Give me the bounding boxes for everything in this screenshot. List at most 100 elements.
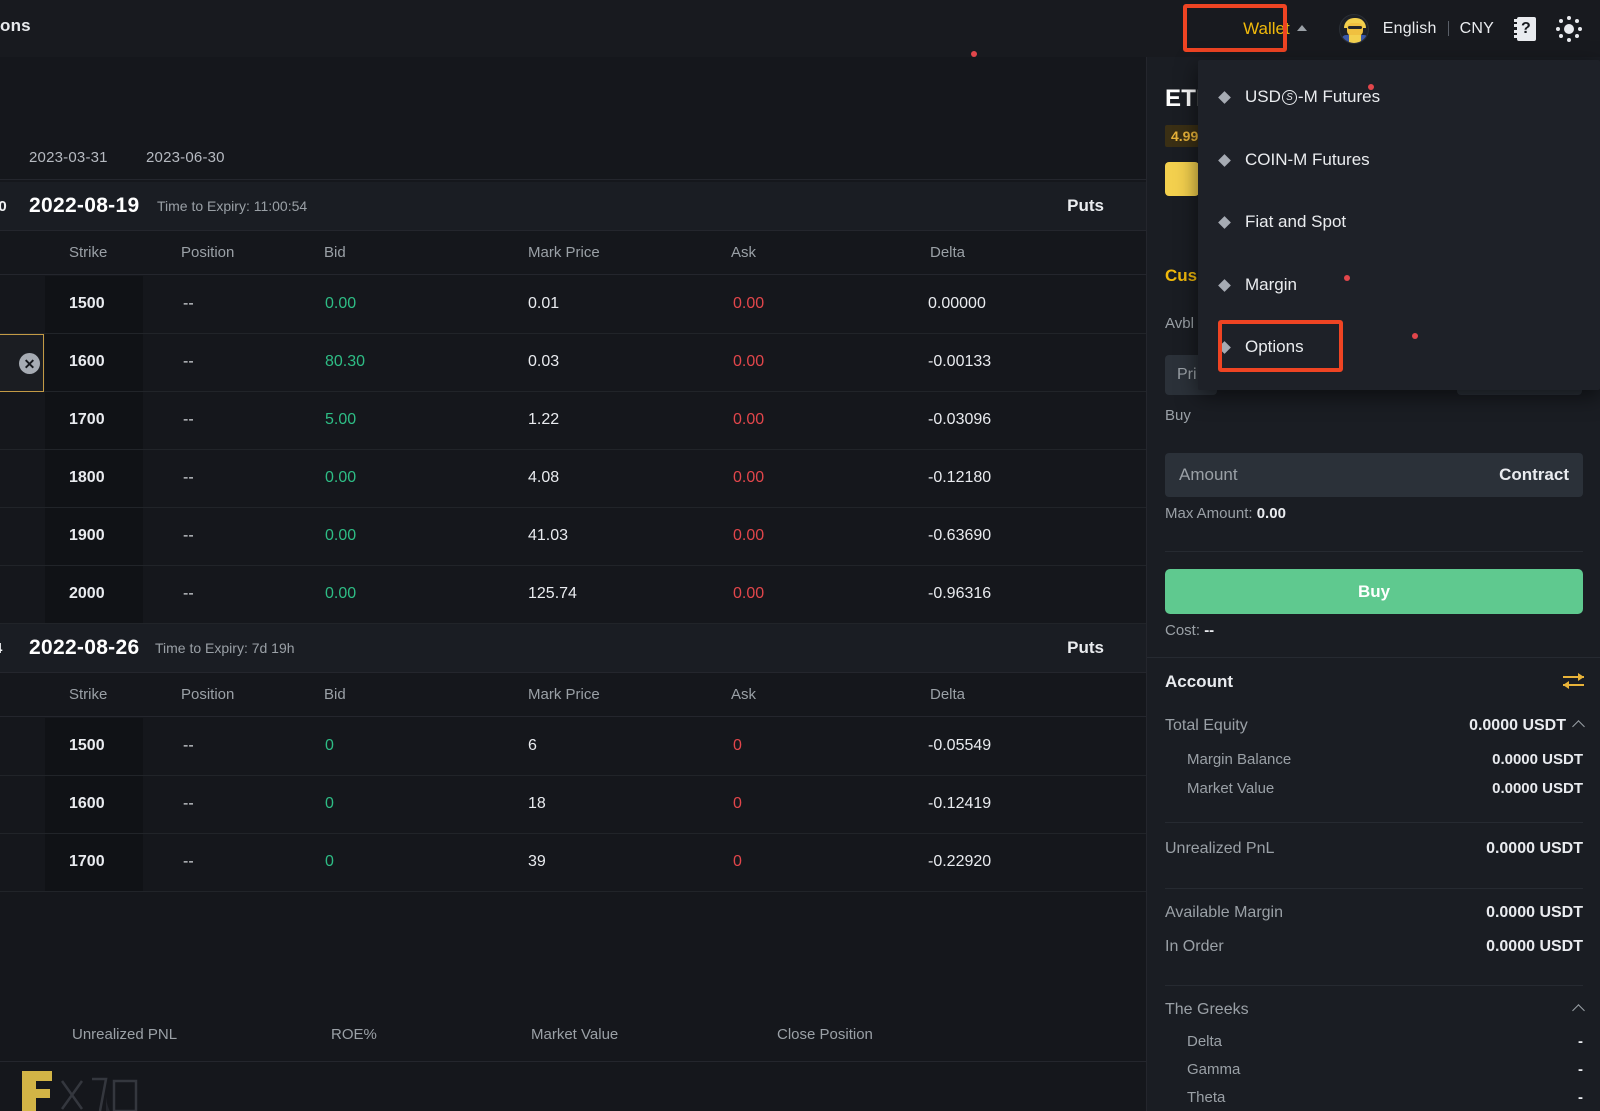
expiry-date-2[interactable]: 2022-08-26 [29, 636, 139, 660]
cell-bid[interactable]: 0.00 [325, 585, 356, 603]
cell-ask[interactable]: 0.00 [733, 527, 764, 545]
table-row[interactable]: 1700 -- 5.00 1.22 0.00 -0.03096 [0, 392, 1146, 450]
account-row-margin-balance: Margin Balance 0.0000 USDT [1165, 751, 1583, 768]
cell-strike: 1700 [69, 853, 105, 870]
row-value: 0.0000 USDT [1486, 904, 1583, 921]
col-strike-1: Strike [69, 244, 108, 261]
date-tab-1[interactable]: 2023-03-31 [29, 149, 108, 166]
language-selector[interactable]: English [1383, 20, 1437, 38]
row-label: Unrealized PnL [1165, 840, 1275, 857]
wallet-menu-item-margin[interactable]: Margin [1218, 275, 1297, 295]
table-row[interactable]: 1500 -- 0.00 0.01 0.00 0.00000 [0, 276, 1146, 334]
currency-selector[interactable]: CNY [1460, 20, 1494, 38]
cell-strike: 1600 [69, 795, 105, 812]
date-tab-2[interactable]: 2023-06-30 [146, 149, 225, 166]
nav-partial-label[interactable]: ons [0, 16, 31, 36]
cell-ask[interactable]: 0 [733, 737, 742, 755]
cell-bid[interactable]: 0.00 [325, 295, 356, 313]
greeks-title: The Greeks [1165, 1001, 1249, 1018]
table-row[interactable]: 1800 -- 0.00 4.08 0.00 -0.12180 [0, 450, 1146, 508]
table-row[interactable]: 1900 -- 0.00 41.03 0.00 -0.63690 [0, 508, 1146, 566]
col-close-position: Close Position [777, 1026, 873, 1043]
col-mark-1: Mark Price [528, 244, 600, 261]
row-label: In Order [1165, 938, 1224, 955]
table-row[interactable]: 1600 -- 0 18 0 -0.12419 [0, 776, 1146, 834]
col-bid-2: Bid [324, 686, 346, 703]
expiry-date-1[interactable]: 2022-08-19 [29, 194, 139, 218]
amount-input[interactable]: Amount Contract [1165, 453, 1583, 497]
cell-delta: -0.12419 [928, 795, 992, 812]
cell-position: -- [183, 795, 194, 812]
user-avatar-icon[interactable] [1338, 13, 1369, 44]
wallet-menu-label: COIN-M Futures [1245, 150, 1370, 169]
cell-bid[interactable]: 80.30 [325, 353, 365, 371]
table-row[interactable]: 2000 -- 0.00 125.74 0.00 -0.96316 [0, 566, 1146, 624]
wallet-menu-item-options[interactable]: Options [1218, 337, 1304, 357]
chevron-up-icon[interactable] [1572, 1004, 1585, 1017]
positions-table-header: Unrealized PNL ROE% Market Value Close P… [0, 1007, 1146, 1062]
buy-button[interactable]: Buy [1165, 569, 1583, 614]
row-label: Theta [1187, 1089, 1226, 1106]
cell-strike: 1500 [69, 737, 105, 754]
notification-dot [1344, 275, 1350, 281]
cell-delta: -0.12180 [928, 469, 992, 486]
expiry-date-tabs: 0 2023-03-31 2023-06-30 [0, 135, 1146, 180]
time-to-expiry-1: Time to Expiry: 11:00:54 [157, 198, 308, 214]
wallet-menu-button[interactable]: Wallet [1225, 10, 1323, 48]
cell-ask[interactable]: 0 [733, 795, 742, 813]
custom-label[interactable]: Cus [1165, 266, 1197, 286]
wallet-menu-item-coin-m-futures[interactable]: COIN-M Futures [1218, 150, 1370, 170]
cell-delta: -0.96316 [928, 585, 992, 602]
divider [1165, 888, 1583, 889]
row-value: - [1578, 1089, 1583, 1106]
cell-strike: 2000 [69, 585, 105, 602]
col-bid-1: Bid [324, 244, 346, 261]
cell-mark-price: 4.08 [528, 469, 560, 486]
cell-ask[interactable]: 0.00 [733, 469, 764, 487]
amount-placeholder: Amount [1179, 465, 1238, 484]
max-amount: Max Amount: 0.00 [1165, 505, 1286, 522]
cell-position: -- [183, 737, 194, 754]
cell-position: -- [183, 469, 194, 486]
cell-position: -- [183, 585, 194, 602]
cell-ask[interactable]: 0.00 [733, 295, 764, 313]
close-icon[interactable]: ✕ [19, 353, 40, 374]
chevron-up-icon[interactable] [1572, 720, 1585, 733]
cell-bid[interactable]: 0 [325, 737, 334, 755]
row-value: - [1578, 1061, 1583, 1078]
cell-bid[interactable]: 0 [325, 853, 334, 871]
row-label: Margin Balance [1187, 751, 1292, 768]
cell-delta: -0.63690 [928, 527, 992, 544]
row-value: 0.0000 USDT [1469, 717, 1566, 734]
cell-strike: 1700 [69, 411, 105, 428]
table-row[interactable]: 1700 -- 0 39 0 -0.22920 [0, 834, 1146, 892]
cell-ask[interactable]: 0.00 [733, 353, 764, 371]
cell-ask[interactable]: 0 [733, 853, 742, 871]
cell-bid[interactable]: 0 [325, 795, 334, 813]
greeks-row-theta: Theta - [1165, 1089, 1583, 1106]
top-navigation-bar: ons Wallet English CNY ? [0, 0, 1600, 57]
cell-bid[interactable]: 0.00 [325, 469, 356, 487]
row-value: - [1578, 1033, 1583, 1050]
cell-bid[interactable]: 5.00 [325, 411, 356, 429]
table-row[interactable]: 1600 -- 80.30 0.03 0.00 -0.00133 [0, 334, 1146, 392]
bullet-diamond-icon [1218, 278, 1231, 292]
account-swap-arrows-icon[interactable] [1563, 673, 1584, 689]
cell-ask[interactable]: 0.00 [733, 411, 764, 429]
theme-toggle-icon[interactable] [1556, 15, 1582, 42]
cell-ask[interactable]: 0.00 [733, 585, 764, 603]
wallet-menu-label: USD S -M Futures [1245, 87, 1381, 106]
cell-position: -- [183, 353, 194, 370]
cell-position: -- [183, 853, 194, 870]
cell-mark-price: 1.22 [528, 411, 560, 428]
wallet-menu-item-usds-m-futures[interactable]: USD S -M Futures [1218, 87, 1381, 107]
cell-bid[interactable]: 0.00 [325, 527, 356, 545]
help-book-icon[interactable]: ? [1514, 16, 1536, 41]
max-amount-label: Max Amount: [1165, 505, 1253, 522]
greeks-header[interactable]: The Greeks [1165, 1001, 1585, 1019]
table-row[interactable]: 1500 -- 0 6 0 -0.05549 [0, 718, 1146, 776]
account-row-total-equity[interactable]: Total Equity 0.0000 USDT [1165, 717, 1585, 735]
wallet-menu-item-fiat-and-spot[interactable]: Fiat and Spot [1218, 212, 1346, 232]
wallet-menu-label: Options [1245, 337, 1304, 356]
wallet-dropdown-menu: USD S -M Futures COIN-M Futures Fiat and S… [1198, 60, 1600, 390]
